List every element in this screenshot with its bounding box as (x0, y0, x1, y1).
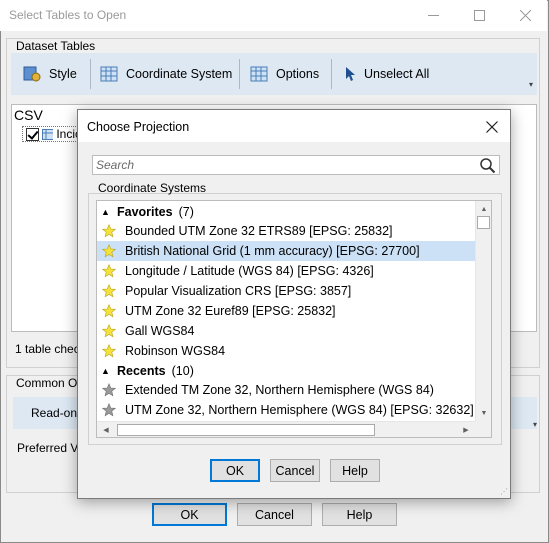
favorites-group-header[interactable]: ▲ Favorites (7) (97, 202, 194, 222)
maximize-button[interactable] (456, 0, 502, 31)
projection-name: UTM Zone 32 Euref89 [EPSG: 25832] (125, 304, 336, 318)
star-icon (102, 304, 116, 318)
favorites-item[interactable]: Gall WGS84 (97, 321, 475, 341)
common-options-label: Common O (14, 376, 80, 390)
star-icon (102, 344, 116, 358)
scroll-thumb[interactable] (117, 424, 375, 436)
table-grid-icon (250, 66, 268, 82)
favorites-item[interactable]: Popular Visualization CRS [EPSG: 3857] (97, 281, 475, 301)
vertical-scrollbar[interactable]: ▲ ▼ (475, 201, 491, 421)
csv-group-label: CSV (14, 107, 43, 123)
table-checkbox[interactable] (26, 127, 39, 141)
table-grid-icon (100, 66, 118, 82)
recents-count: (10) (171, 364, 194, 378)
recents-group-header[interactable]: ▲ Recents (10) (97, 361, 194, 381)
cancel-button[interactable]: Cancel (237, 503, 312, 526)
collapse-icon[interactable]: ▲ (101, 207, 111, 217)
scroll-left-icon[interactable]: ◀ (99, 423, 113, 437)
cursor-arrow-icon (346, 67, 355, 81)
recents-item[interactable]: Extended TM Zone 32, Northern Hemisphere… (97, 380, 475, 400)
favorites-item[interactable]: Robinson WGS84 (97, 341, 475, 361)
close-icon (486, 121, 498, 133)
scroll-up-icon[interactable]: ▲ (477, 202, 491, 216)
preferred-label: Preferred V (17, 441, 79, 455)
window-close-button[interactable] (502, 0, 548, 31)
favorites-count: (7) (178, 205, 194, 219)
favorites-label: Favorites (117, 205, 173, 219)
search-box (92, 155, 500, 175)
dialog-ok-button[interactable]: OK (210, 459, 260, 482)
coordinate-system-button[interactable]: Coordinate System (96, 53, 236, 95)
projection-name: Bounded UTM Zone 32 ETRS89 [EPSG: 25832] (125, 224, 393, 238)
favorites-item[interactable]: UTM Zone 32 Euref89 [EPSG: 25832] (97, 301, 475, 321)
magnifier-icon[interactable] (479, 157, 496, 174)
star-icon (102, 224, 116, 238)
style-button[interactable]: Style (19, 53, 81, 95)
chevron-down-icon[interactable]: ▾ (533, 420, 537, 429)
collapse-icon[interactable]: ▲ (101, 366, 111, 376)
scroll-right-icon[interactable]: ▶ (459, 423, 473, 437)
star-icon (102, 403, 116, 417)
dialog-close-button[interactable] (482, 117, 502, 137)
toolbar-separator (331, 59, 332, 89)
favorites-item[interactable]: Bounded UTM Zone 32 ETRS89 [EPSG: 25832] (97, 221, 475, 241)
minimize-icon (427, 15, 439, 16)
scrollbar-corner (475, 421, 491, 437)
options-button[interactable]: Options (246, 53, 323, 95)
dialog-cancel-button[interactable]: Cancel (270, 459, 320, 482)
star-icon (102, 383, 116, 397)
horizontal-scrollbar[interactable]: ◀ ▶ (97, 421, 475, 437)
coordinate-systems-label: Coordinate Systems (98, 181, 207, 195)
projection-name: Gall WGS84 (125, 324, 195, 338)
maximize-icon (473, 10, 485, 21)
star-icon (102, 324, 116, 338)
star-icon (102, 264, 116, 278)
unselect-all-button[interactable]: Unselect All (340, 53, 433, 95)
dialog-title: Choose Projection (87, 120, 190, 134)
projection-name: Extended TM Zone 32, Northern Hemisphere… (125, 383, 434, 397)
options-label: Options (276, 67, 320, 81)
style-label: Style (49, 67, 77, 81)
star-icon (102, 284, 116, 298)
scroll-thumb[interactable] (477, 216, 490, 229)
favorites-item[interactable]: British National Grid (1 mm accuracy) [E… (97, 241, 475, 261)
dataset-toolbar: Style Coordinate System Options Unselect… (11, 53, 537, 95)
minimize-button[interactable] (410, 0, 456, 31)
star-icon (102, 244, 116, 258)
projection-name: Robinson WGS84 (125, 344, 226, 358)
search-input[interactable] (96, 157, 476, 173)
style-icon (23, 66, 41, 82)
checked-count-text: 1 table chec (15, 342, 80, 356)
table-grid-icon (41, 128, 54, 140)
dialog-help-button[interactable]: Help (330, 459, 380, 482)
recents-item[interactable]: UTM Zone 32, Northern Hemisphere (WGS 84… (97, 400, 475, 420)
coordinate-system-label: Coordinate System (126, 67, 233, 81)
choose-projection-dialog: Choose Projection Coordinate Systems ▲ F… (77, 109, 511, 499)
projection-name: Longitude / Latitude (WGS 84) [EPSG: 432… (125, 264, 374, 278)
recents-label: Recents (117, 364, 166, 378)
projection-list[interactable]: ▲ Favorites (7) Bounded UTM Zone 32 ETRS… (96, 200, 492, 438)
toolbar-separator (239, 59, 240, 89)
dataset-tables-label: Dataset Tables (14, 39, 98, 53)
scroll-down-icon[interactable]: ▼ (477, 406, 491, 420)
projection-name: Popular Visualization CRS [EPSG: 3857] (125, 284, 352, 298)
window-title: Select Tables to Open (9, 8, 127, 22)
toolbar-separator (90, 59, 91, 89)
close-icon (519, 10, 531, 21)
help-button[interactable]: Help (322, 503, 397, 526)
projection-name: British National Grid (1 mm accuracy) [E… (125, 244, 420, 258)
unselect-all-label: Unselect All (364, 67, 430, 81)
ok-button[interactable]: OK (152, 503, 227, 526)
csv-table-item[interactable]: Incic (22, 126, 82, 142)
resize-grip-icon[interactable]: ⋰ (500, 487, 508, 496)
projection-name: UTM Zone 32, Northern Hemisphere (WGS 84… (125, 403, 474, 417)
toolbar-overflow-icon[interactable]: ▾ (529, 80, 533, 89)
favorites-item[interactable]: Longitude / Latitude (WGS 84) [EPSG: 432… (97, 261, 475, 281)
read-only-option[interactable]: Read-onl (31, 406, 80, 420)
